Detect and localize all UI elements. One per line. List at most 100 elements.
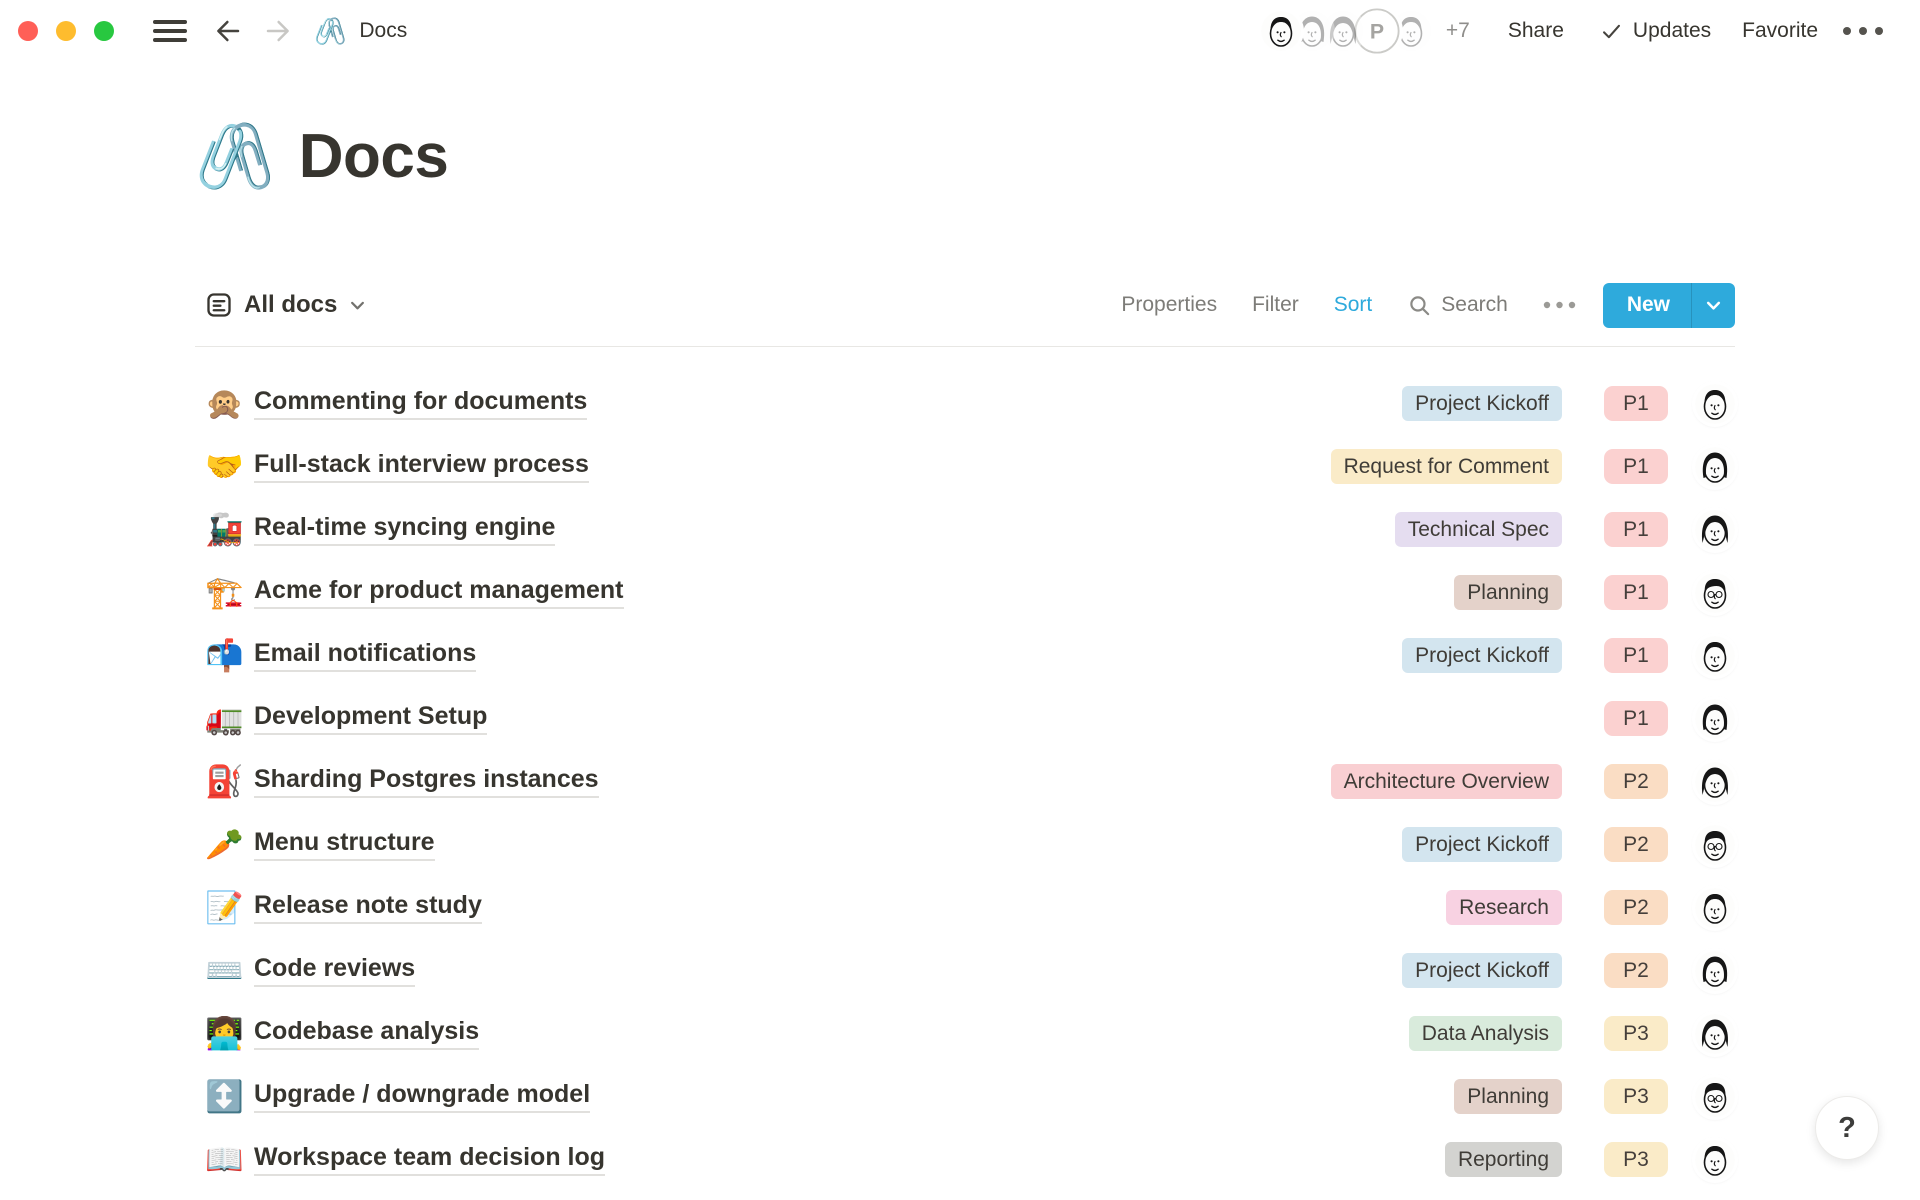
priority-badge[interactable]: P2 — [1604, 827, 1668, 862]
owner-avatar[interactable] — [1695, 384, 1735, 424]
search-icon — [1407, 293, 1432, 318]
owner-avatar[interactable] — [1695, 510, 1735, 550]
doc-type-tag[interactable]: Planning — [1454, 575, 1562, 610]
doc-type-tag[interactable]: Project Kickoff — [1402, 386, 1562, 421]
hamburger-icon — [152, 18, 188, 44]
priority-badge[interactable]: P1 — [1604, 575, 1668, 610]
chevron-down-icon — [1704, 296, 1723, 315]
doc-title-link[interactable]: Full-stack interview process — [254, 450, 589, 483]
doc-emoji-icon: 📬 — [205, 640, 254, 671]
zoom-window-button[interactable] — [94, 21, 114, 41]
doc-title-link[interactable]: Real-time syncing engine — [254, 513, 555, 546]
doc-type-tag[interactable]: Technical Spec — [1395, 512, 1562, 547]
presence-overflow-count[interactable]: +7 — [1446, 19, 1470, 43]
minimize-window-button[interactable] — [56, 21, 76, 41]
priority-badge[interactable]: P1 — [1604, 386, 1668, 421]
forward-button[interactable] — [262, 16, 294, 46]
doc-row[interactable]: 🚛 Development Setup P1 — [195, 687, 1735, 750]
priority-badge[interactable]: P3 — [1604, 1142, 1668, 1177]
priority-badge[interactable]: P1 — [1604, 512, 1668, 547]
page-title: Docs — [299, 121, 449, 192]
doc-emoji-icon: ⛽ — [205, 766, 254, 797]
priority-badge[interactable]: P2 — [1604, 890, 1668, 925]
search-button[interactable]: Search — [1407, 293, 1508, 318]
priority-badge[interactable]: P3 — [1604, 1079, 1668, 1114]
priority-badge[interactable]: P1 — [1604, 701, 1668, 736]
doc-type-tag[interactable]: Project Kickoff — [1402, 953, 1562, 988]
priority-badge[interactable]: P1 — [1604, 449, 1668, 484]
view-more-button[interactable] — [1543, 301, 1576, 309]
back-button[interactable] — [212, 16, 244, 46]
updates-button[interactable]: Updates — [1600, 19, 1711, 43]
doc-title-link[interactable]: Codebase analysis — [254, 1017, 479, 1050]
owner-avatar[interactable] — [1695, 636, 1735, 676]
presence-avatar-stack[interactable]: P — [1261, 8, 1431, 54]
sort-button[interactable]: Sort — [1334, 293, 1373, 317]
doc-emoji-icon: ⌨️ — [205, 955, 254, 986]
doc-row[interactable]: 📖 Workspace team decision log Reporting … — [195, 1128, 1735, 1191]
doc-row[interactable]: 🤝 Full-stack interview process Request f… — [195, 435, 1735, 498]
new-dropdown-button[interactable] — [1691, 283, 1735, 328]
doc-emoji-icon: 🚂 — [205, 514, 254, 545]
favorite-button[interactable]: Favorite — [1742, 19, 1818, 43]
doc-title-link[interactable]: Release note study — [254, 891, 482, 924]
priority-badge[interactable]: P1 — [1604, 638, 1668, 673]
breadcrumb[interactable]: Docs — [359, 19, 407, 43]
doc-row[interactable]: 🏗️ Acme for product management Planning … — [195, 561, 1735, 624]
doc-type-tag[interactable]: Planning — [1454, 1079, 1562, 1114]
owner-avatar[interactable] — [1695, 888, 1735, 928]
owner-avatar[interactable] — [1695, 699, 1735, 739]
owner-avatar[interactable] — [1695, 825, 1735, 865]
doc-title-link[interactable]: Development Setup — [254, 702, 487, 735]
priority-badge[interactable]: P2 — [1604, 953, 1668, 988]
sidebar-toggle-button[interactable] — [152, 18, 188, 44]
doc-title-link[interactable]: Workspace team decision log — [254, 1143, 605, 1176]
doc-row[interactable]: 🥕 Menu structure Project Kickoff P2 — [195, 813, 1735, 876]
help-button[interactable]: ? — [1815, 1096, 1879, 1160]
doc-emoji-icon: 📖 — [205, 1144, 254, 1175]
owner-avatar[interactable] — [1695, 573, 1735, 613]
view-tab-all-docs[interactable]: All docs — [205, 291, 367, 319]
doc-type-tag[interactable]: Request for Comment — [1331, 449, 1562, 484]
owner-avatar[interactable] — [1695, 1140, 1735, 1180]
doc-emoji-icon: 👩‍💻 — [205, 1018, 254, 1049]
priority-badge[interactable]: P3 — [1604, 1016, 1668, 1051]
doc-title-link[interactable]: Sharding Postgres instances — [254, 765, 599, 798]
doc-type-tag[interactable]: Data Analysis — [1409, 1016, 1562, 1051]
owner-avatar[interactable] — [1695, 447, 1735, 487]
doc-type-tag[interactable]: Research — [1446, 890, 1562, 925]
filter-button[interactable]: Filter — [1252, 293, 1299, 317]
doc-row[interactable]: 📬 Email notifications Project Kickoff P1 — [195, 624, 1735, 687]
doc-list-view-icon — [205, 291, 233, 319]
properties-button[interactable]: Properties — [1121, 293, 1217, 317]
doc-title-link[interactable]: Upgrade / downgrade model — [254, 1080, 590, 1113]
new-button[interactable]: New — [1603, 283, 1691, 328]
doc-type-tag[interactable]: Project Kickoff — [1402, 638, 1562, 673]
doc-type-tag[interactable]: Project Kickoff — [1402, 827, 1562, 862]
doc-emoji-icon: 🙊 — [205, 388, 254, 419]
doc-title-link[interactable]: Code reviews — [254, 954, 415, 987]
doc-type-tag[interactable]: Architecture Overview — [1331, 764, 1562, 799]
owner-avatar[interactable] — [1695, 1014, 1735, 1054]
doc-row[interactable]: 👩‍💻 Codebase analysis Data Analysis P3 — [195, 1002, 1735, 1065]
priority-badge[interactable]: P2 — [1604, 764, 1668, 799]
presence-avatar[interactable] — [1261, 11, 1301, 51]
owner-avatar[interactable] — [1695, 951, 1735, 991]
doc-row[interactable]: ⌨️ Code reviews Project Kickoff P2 — [195, 939, 1735, 1002]
owner-avatar[interactable] — [1695, 762, 1735, 802]
doc-row[interactable]: 🚂 Real-time syncing engine Technical Spe… — [195, 498, 1735, 561]
page-icon[interactable]: 🖇️ — [195, 124, 275, 188]
share-button[interactable]: Share — [1508, 19, 1564, 43]
doc-row[interactable]: 🙊 Commenting for documents Project Kicko… — [195, 372, 1735, 435]
doc-title-link[interactable]: Acme for product management — [254, 576, 624, 609]
close-window-button[interactable] — [18, 21, 38, 41]
doc-row[interactable]: 📝 Release note study Research P2 — [195, 876, 1735, 939]
doc-title-link[interactable]: Email notifications — [254, 639, 476, 672]
owner-avatar[interactable] — [1695, 1077, 1735, 1117]
doc-title-link[interactable]: Commenting for documents — [254, 387, 587, 420]
doc-row[interactable]: ↕️ Upgrade / downgrade model Planning P3 — [195, 1065, 1735, 1128]
doc-type-tag[interactable]: Reporting — [1445, 1142, 1562, 1177]
doc-row[interactable]: ⛽ Sharding Postgres instances Architectu… — [195, 750, 1735, 813]
topbar-more-button[interactable] — [1841, 26, 1885, 36]
doc-title-link[interactable]: Menu structure — [254, 828, 435, 861]
